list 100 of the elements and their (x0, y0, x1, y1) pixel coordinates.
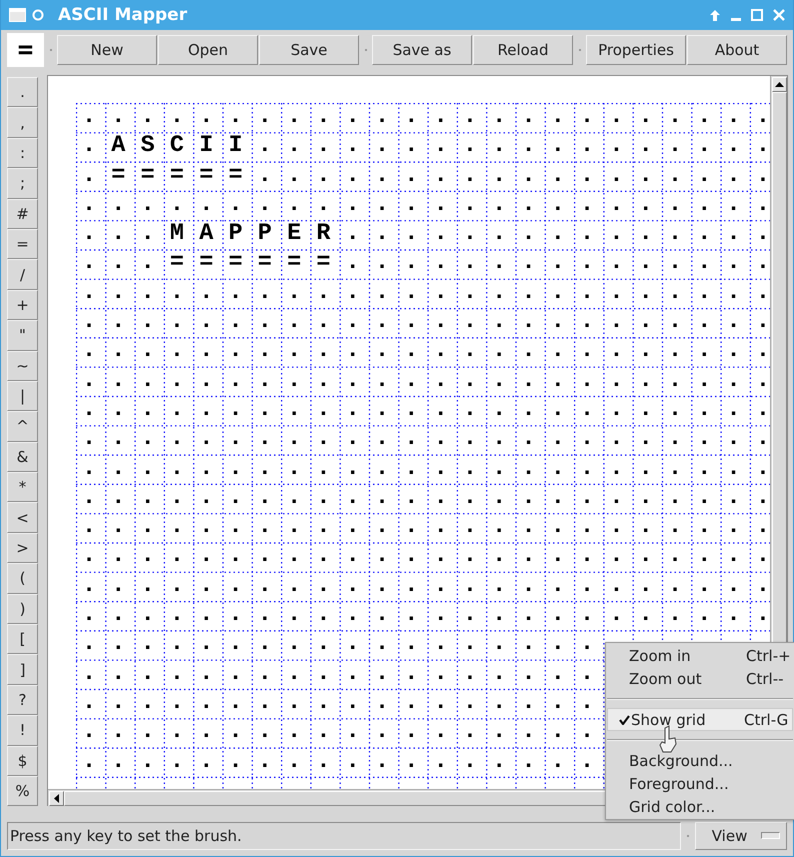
map-cell[interactable]: . (222, 103, 252, 132)
map-cell[interactable]: . (574, 103, 604, 132)
brush-button[interactable]: ] (7, 654, 38, 685)
map-cell[interactable]: . (193, 103, 222, 132)
map-cell[interactable]: . (515, 278, 545, 308)
map-cell[interactable]: = (193, 249, 222, 279)
map-cell[interactable]: . (164, 425, 194, 455)
map-cell[interactable]: . (574, 190, 604, 220)
map-cell[interactable]: . (134, 513, 164, 542)
map-cell[interactable]: . (252, 103, 282, 132)
map-cell[interactable]: . (368, 688, 398, 718)
map-cell[interactable]: . (222, 630, 252, 660)
map-cell[interactable]: . (398, 103, 428, 132)
map-cell[interactable]: . (720, 601, 750, 630)
map-cell[interactable]: . (164, 572, 194, 602)
map-cell[interactable]: . (486, 190, 516, 220)
map-cell[interactable]: . (164, 660, 194, 689)
map-cell[interactable]: . (398, 278, 428, 308)
map-cell[interactable]: . (574, 249, 604, 279)
map-cell[interactable]: . (222, 454, 252, 484)
map-cell[interactable]: . (486, 513, 516, 542)
map-cell[interactable]: . (486, 308, 516, 338)
map-cell[interactable]: . (574, 220, 604, 250)
map-cell[interactable]: . (486, 337, 516, 367)
map-cell[interactable]: . (544, 103, 574, 132)
map-cell[interactable]: . (76, 660, 106, 689)
map-cell[interactable]: . (105, 542, 135, 572)
map-cell[interactable]: . (368, 454, 398, 484)
map-cell[interactable]: . (134, 249, 164, 279)
map-cell[interactable]: . (105, 660, 135, 689)
map-cell[interactable]: . (691, 513, 721, 542)
map-cell[interactable]: . (252, 366, 282, 396)
map-cell[interactable]: . (662, 542, 692, 572)
map-cell[interactable]: . (750, 542, 770, 572)
map-cell[interactable]: . (750, 220, 770, 250)
map-cell[interactable]: . (398, 308, 428, 338)
map-cell[interactable]: . (574, 688, 594, 718)
map-cell[interactable]: . (105, 103, 135, 132)
map-cell[interactable]: . (456, 572, 486, 602)
map-cell[interactable]: . (76, 366, 106, 396)
map-cell[interactable]: . (720, 132, 750, 162)
map-cell[interactable]: . (486, 220, 516, 250)
map-cell[interactable]: . (456, 103, 486, 132)
brush-button[interactable]: + (7, 290, 38, 320)
map-cell[interactable]: . (691, 190, 721, 220)
map-cell[interactable]: . (662, 572, 692, 602)
map-cell[interactable]: . (720, 366, 750, 396)
map-cell[interactable]: . (428, 278, 457, 308)
map-cell[interactable]: . (428, 162, 457, 191)
map-cell[interactable]: . (252, 132, 282, 162)
map-cell[interactable]: . (281, 190, 310, 220)
map-cell[interactable]: . (340, 103, 369, 132)
map-cell[interactable]: . (544, 220, 574, 250)
map-cell[interactable]: . (222, 572, 252, 602)
map-cell[interactable]: . (574, 660, 594, 689)
map-cell[interactable]: . (662, 396, 692, 426)
map-cell[interactable]: . (222, 396, 252, 426)
map-cell[interactable]: . (720, 572, 750, 602)
map-cell[interactable]: . (544, 190, 574, 220)
menu-item[interactable]: Show grid Ctrl-G (607, 708, 793, 731)
map-cell[interactable]: . (164, 103, 194, 132)
map-cell[interactable]: . (750, 132, 770, 162)
map-cell[interactable]: . (398, 601, 428, 630)
map-cell[interactable]: . (456, 249, 486, 279)
map-cell[interactable]: . (368, 396, 398, 426)
map-cell[interactable]: . (105, 190, 135, 220)
map-cell[interactable]: . (691, 308, 721, 338)
map-cell[interactable]: . (76, 396, 106, 426)
map-cell[interactable]: . (398, 454, 428, 484)
map-cell[interactable]: . (368, 278, 398, 308)
map-cell[interactable]: = (281, 249, 310, 279)
map-cell[interactable]: . (720, 249, 750, 279)
map-cell[interactable]: . (76, 425, 106, 455)
map-cell[interactable]: . (398, 162, 428, 191)
map-cell[interactable]: . (632, 337, 662, 367)
map-cell[interactable]: . (310, 103, 340, 132)
map-cell[interactable]: . (310, 190, 340, 220)
map-cell[interactable]: . (105, 630, 135, 660)
brush-button[interactable]: ^ (7, 411, 38, 442)
map-cell[interactable]: . (750, 337, 770, 367)
map-cell[interactable]: . (368, 748, 398, 777)
map-cell[interactable]: . (632, 396, 662, 426)
map-cell[interactable]: . (134, 484, 164, 514)
map-cell[interactable]: . (428, 542, 457, 572)
map-cell[interactable]: . (662, 513, 692, 542)
map-cell[interactable]: . (193, 366, 222, 396)
map-cell[interactable]: . (310, 601, 340, 630)
map-cell[interactable]: . (193, 718, 222, 748)
brush-button[interactable]: $ (7, 746, 38, 776)
map-cell[interactable]: . (750, 249, 770, 279)
map-cell[interactable]: . (574, 513, 604, 542)
menu-item[interactable]: Foreground... (606, 772, 794, 795)
pin-icon[interactable] (32, 9, 44, 21)
map-cell[interactable]: . (632, 454, 662, 484)
map-cell[interactable]: . (105, 688, 135, 718)
map-cell[interactable]: . (134, 190, 164, 220)
map-cell[interactable]: I (222, 132, 252, 162)
map-cell[interactable]: . (428, 132, 457, 162)
brush-button[interactable]: = (7, 228, 38, 260)
map-cell[interactable]: . (281, 484, 310, 514)
